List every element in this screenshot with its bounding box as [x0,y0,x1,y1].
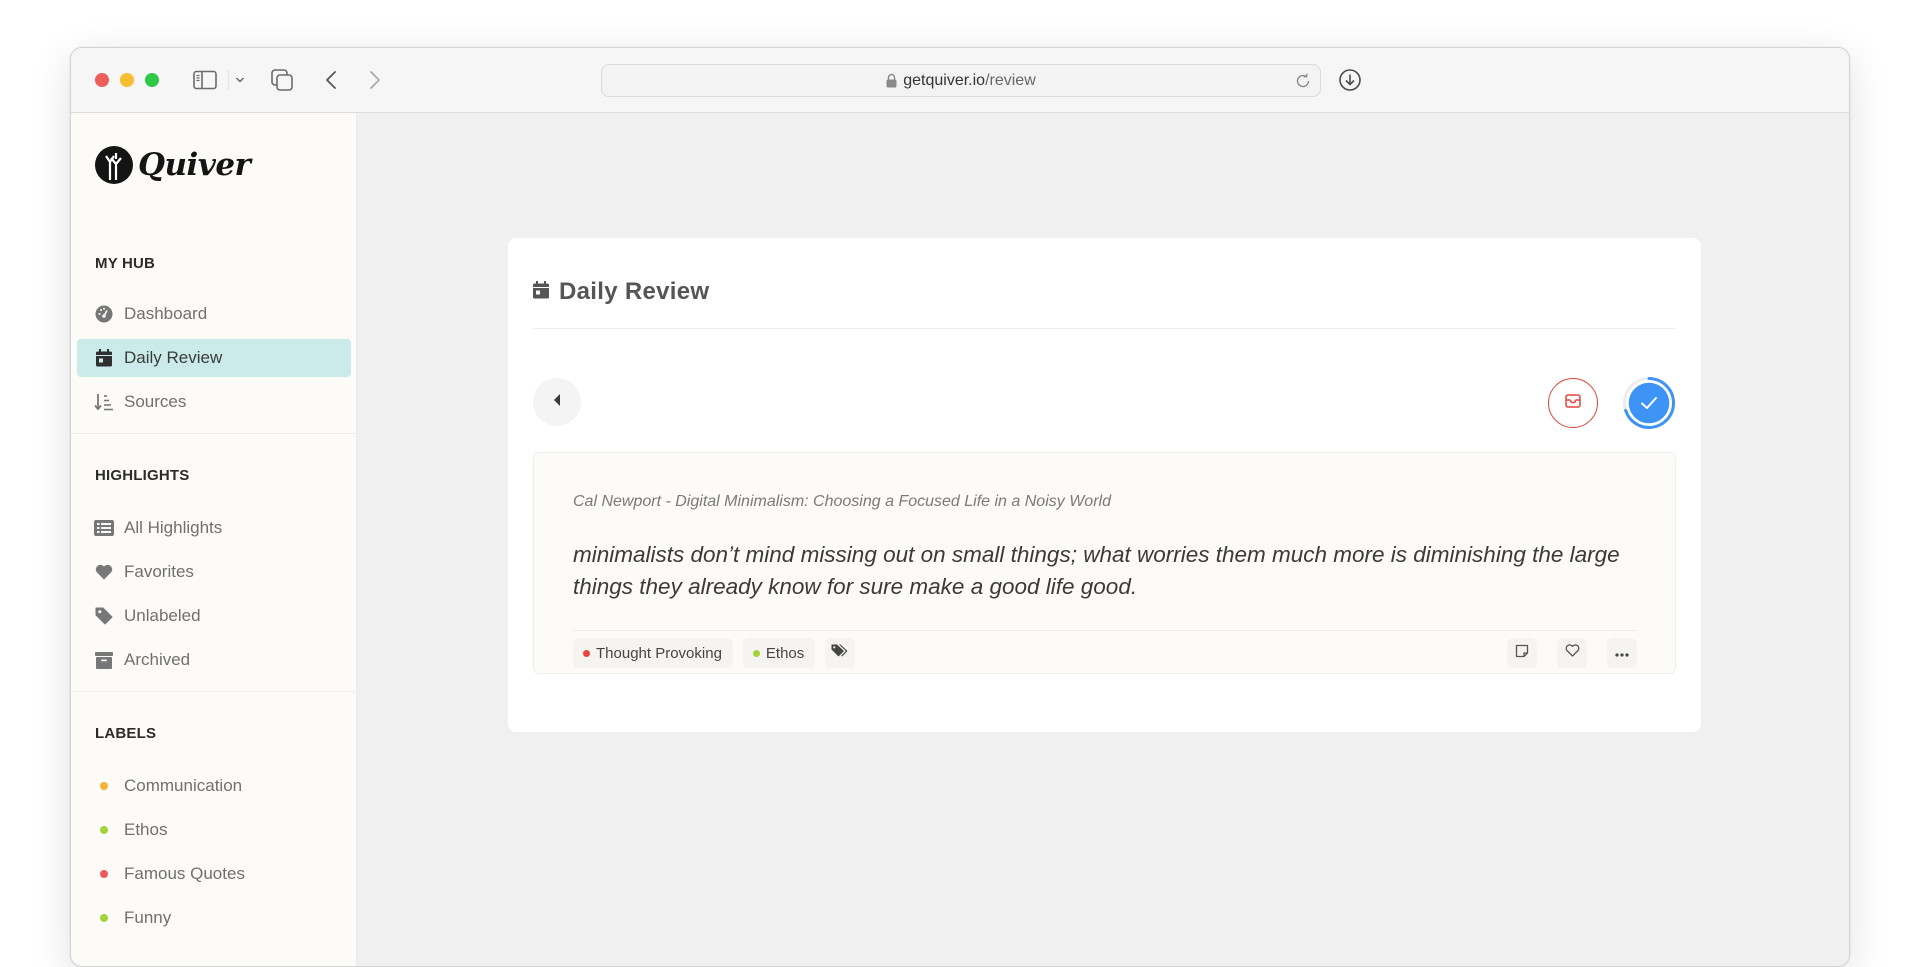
heart-icon [94,562,114,582]
download-icon[interactable] [1337,67,1363,93]
sidebar: Quiver MY HUB Dashboard Daily Review Sou… [71,113,357,966]
sidebar-item-label: Favorites [124,562,194,581]
more-options-button[interactable] [1607,638,1637,668]
list-icon [94,518,114,538]
sidebar-item-label: Ethos [124,820,168,839]
url-path: /review [985,71,1036,89]
tag-label: Thought Provoking [596,644,722,662]
back-arrow-icon[interactable] [321,67,341,93]
sidebar-item-label: Daily Review [124,348,223,367]
section-title-my-hub: MY HUB [95,255,156,272]
sidebar-divider [71,433,357,434]
sidebar-item-dashboard[interactable]: Dashboard [77,295,351,333]
mark-reviewed-button[interactable] [1622,376,1676,430]
highlight-text: minimalists don’t mind missing out on sm… [573,542,1620,599]
review-progress-ring [1623,377,1675,429]
sort-descending-icon [94,392,114,412]
sidebar-item-label: All Highlights [124,518,223,537]
inbox-icon [1565,393,1581,413]
sidebar-label-famous-quotes[interactable]: Famous Quotes [77,855,351,893]
tabs-overview-icon[interactable] [269,67,295,93]
sidebar-item-label: Sources [124,392,187,411]
minimize-window-button[interactable] [120,73,134,87]
edit-tags-button[interactable] [825,638,856,668]
tag-icon [94,606,114,626]
section-title-labels: LABELS [95,725,157,742]
close-window-button[interactable] [95,73,109,87]
label-color-dot [100,782,108,790]
panel-header: Daily Review [533,278,709,306]
sidebar-item-sources[interactable]: Sources [77,383,351,421]
add-note-button[interactable] [1507,638,1537,668]
browser-window: getquiver.io/review Quiver MY HUB Dashbo… [70,47,1850,967]
highlight-footer-divider [573,630,1637,631]
sidebar-label-ethos[interactable]: Ethos [77,811,351,849]
logo-text: Quiver [138,147,251,183]
more-dots-icon [1615,644,1629,662]
forward-arrow-icon[interactable] [365,67,385,93]
sidebar-toggle-icon[interactable] [191,67,219,93]
tag-label: Ethos [765,644,805,662]
tag-ethos[interactable]: Ethos [742,638,816,668]
header-divider [533,328,1676,329]
sidebar-item-label: Archived [124,650,191,669]
address-bar[interactable]: getquiver.io/review [601,64,1321,97]
sidebar-label-communication[interactable]: Communication [77,767,351,805]
calendar-icon [533,280,549,304]
reload-icon[interactable] [1294,72,1312,90]
quiver-logo-icon [95,146,133,184]
main-content: Daily Review Cal Newport - Digital Minim… [357,113,1849,966]
sidebar-item-daily-review[interactable]: Daily Review [77,339,351,377]
sidebar-item-unlabeled[interactable]: Unlabeled [77,597,351,635]
quiver-logo[interactable]: Quiver [95,146,251,184]
tag-color-dot [752,649,760,657]
sidebar-divider [71,691,357,692]
lock-icon [886,73,897,88]
sidebar-item-label: Communication [124,776,243,795]
tag-thought-provoking[interactable]: Thought Provoking [573,638,733,668]
label-color-dot [100,870,108,878]
note-icon [1515,644,1529,663]
highlight-card: Cal Newport - Digital Minimalism: Choosi… [533,452,1676,674]
section-title-highlights: HIGHLIGHTS [95,467,190,484]
archive-box-icon [94,650,114,670]
calendar-icon [94,348,114,368]
tags-icon [831,644,849,662]
caret-left-icon [552,393,562,412]
label-color-dot [100,914,108,922]
dashboard-gauge-icon [94,304,114,324]
sidebar-item-label: Funny [124,908,172,927]
label-color-dot [100,826,108,834]
sidebar-item-archived[interactable]: Archived [77,641,351,679]
zoom-window-button[interactable] [145,73,159,87]
toolbar-separator [228,70,229,90]
previous-highlight-button[interactable] [533,378,581,426]
sidebar-item-favorites[interactable]: Favorites [77,553,351,591]
sidebar-label-funny[interactable]: Funny [77,899,351,937]
highlight-footer: Thought Provoking Ethos [573,638,1637,668]
heart-outline-icon [1565,644,1580,662]
chevron-down-icon[interactable] [233,67,247,93]
browser-toolbar: getquiver.io/review [71,48,1849,113]
page-title: Daily Review [559,278,710,305]
sidebar-item-label: Dashboard [124,304,208,323]
highlight-actions [1487,638,1637,668]
daily-review-panel: Daily Review Cal Newport - Digital Minim… [508,238,1701,732]
archive-highlight-button[interactable] [1548,378,1598,428]
sidebar-item-label: Unlabeled [124,606,201,625]
sidebar-item-all-highlights[interactable]: All Highlights [77,509,351,547]
url-domain: getquiver.io [903,71,986,89]
tag-color-dot [583,649,590,657]
favorite-button[interactable] [1557,638,1587,668]
sidebar-item-label: Famous Quotes [124,864,245,883]
highlight-source: Cal Newport - Digital Minimalism: Choosi… [573,493,1111,510]
